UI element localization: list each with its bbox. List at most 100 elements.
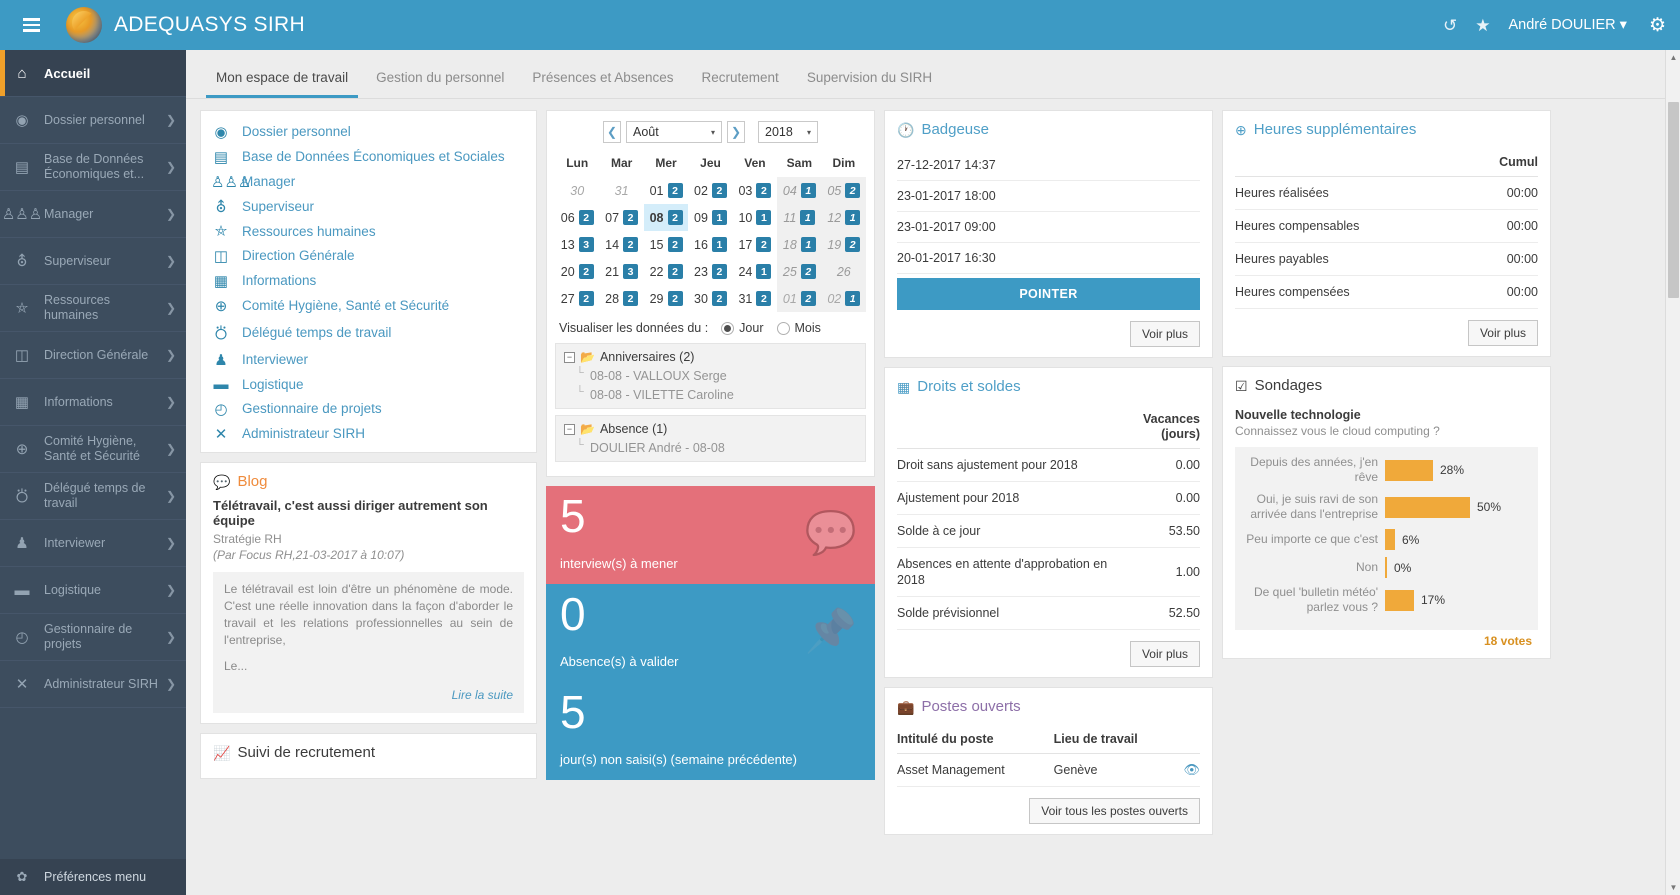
event-group-header[interactable]: − 📂 Absence (1) <box>564 422 857 436</box>
calendar-day-cell[interactable]: 31 <box>599 177 643 204</box>
calendar-day-cell[interactable]: 03 2 <box>733 177 777 204</box>
stat-card[interactable]: 5 interview(s) à mener 💬 <box>546 486 875 584</box>
collapse-icon[interactable]: − <box>564 351 575 363</box>
blog-read-more[interactable]: Lire la suite <box>224 687 513 704</box>
calendar-day-cell[interactable]: 23 2 <box>688 258 732 285</box>
calendar-day-cell[interactable]: 01 2 <box>777 285 822 312</box>
calendar-view-option-jour[interactable]: Jour <box>721 321 764 335</box>
calendar-day-cell[interactable]: 02 1 <box>821 285 866 312</box>
quick-link-dossier-personnel[interactable]: ◉ Dossier personnel <box>211 119 532 144</box>
scroll-down-arrow-icon[interactable]: ▼ <box>1666 880 1680 895</box>
badgeuse-see-more-button[interactable]: Voir plus <box>1129 321 1200 347</box>
history-icon[interactable]: ↺ <box>1443 17 1457 34</box>
tab-recrutement[interactable]: Recrutement <box>688 70 793 98</box>
sidebar-item-gestionnaire-de-projets[interactable]: ◴ Gestionnaire de projets ❯ <box>0 614 186 661</box>
calendar-day-cell[interactable]: 19 2 <box>821 231 866 258</box>
quick-link-d-l-gu-temps-de-travail[interactable]: ⛣ Délégué temps de travail <box>211 318 532 347</box>
calendar-day-cell[interactable]: 28 2 <box>599 285 643 312</box>
page-scrollbar[interactable]: ▲ ▼ <box>1665 50 1680 895</box>
calendar-day-cell[interactable]: 18 1 <box>777 231 822 258</box>
blog-read-more-link[interactable]: Lire la suite <box>452 688 513 702</box>
calendar-day-cell[interactable]: 02 2 <box>688 177 732 204</box>
hamburger-menu-icon[interactable] <box>8 0 54 50</box>
calendar-day-cell[interactable]: 25 2 <box>777 258 822 285</box>
quick-link-direction-g-n-rale[interactable]: ◫ Direction Générale <box>211 243 532 268</box>
favorites-star-icon[interactable]: ★ <box>1475 17 1490 34</box>
calendar-day-cell[interactable]: 13 3 <box>555 231 599 258</box>
calendar-day-cell[interactable]: 31 2 <box>733 285 777 312</box>
calendar-day-cell[interactable]: 30 <box>555 177 599 204</box>
pointer-button[interactable]: POINTER <box>897 278 1200 310</box>
sidebar-item-superviseur[interactable]: ⛢ Superviseur ❯ <box>0 238 186 285</box>
calendar-day-cell[interactable]: 09 1 <box>688 204 732 231</box>
user-menu[interactable]: André DOULIER ▾ <box>1508 17 1627 33</box>
calendar-day-cell[interactable]: 21 3 <box>599 258 643 285</box>
calendar-day-cell[interactable]: 20 2 <box>555 258 599 285</box>
stat-card[interactable]: 5 jour(s) non saisi(s) (semaine précédent… <box>546 682 875 780</box>
tab-gestion-du-personnel[interactable]: Gestion du personnel <box>362 70 518 98</box>
sidebar-item-logistique[interactable]: ▬ Logistique ❯ <box>0 567 186 614</box>
quick-link-superviseur[interactable]: ⛢ Superviseur <box>211 194 532 219</box>
quick-link-administrateur-sirh[interactable]: ✕ Administrateur SIRH <box>211 421 532 446</box>
heures-see-more-button[interactable]: Voir plus <box>1467 320 1538 346</box>
calendar-month-select[interactable]: Août ▾ <box>626 121 722 143</box>
calendar-day-cell[interactable]: 22 2 <box>644 258 688 285</box>
calendar-prev-month-button[interactable]: ❮ <box>603 121 621 143</box>
poste-view-action[interactable]: 👁 <box>1175 753 1200 787</box>
sidebar-item-accueil[interactable]: ⌂ Accueil <box>0 50 186 97</box>
sidebar-item-informations[interactable]: ▦ Informations ❯ <box>0 379 186 426</box>
eye-icon[interactable]: 👁 <box>1183 762 1200 777</box>
sidebar-item-manager[interactable]: ♙♙♙ Manager ❯ <box>0 191 186 238</box>
event-item[interactable]: 08-08 - VILETTE Caroline <box>564 383 857 402</box>
calendar-view-option-mois[interactable]: Mois <box>776 321 821 335</box>
quick-link-comit-hygi-ne-sant-et-s-curit[interactable]: ⊕ Comité Hygiène, Santé et Sécurité <box>211 293 532 318</box>
collapse-icon[interactable]: − <box>564 423 575 435</box>
sidebar-item-dossier-personnel[interactable]: ◉ Dossier personnel ❯ <box>0 97 186 144</box>
sidebar-item-ressources-humaines[interactable]: ⛤ Ressources humaines ❯ <box>0 285 186 332</box>
calendar-day-cell[interactable]: 17 2 <box>733 231 777 258</box>
radio-button[interactable] <box>776 321 790 335</box>
sidebar-item-interviewer[interactable]: ♟ Interviewer ❯ <box>0 520 186 567</box>
sidebar-item-preferences[interactable]: ✿ Préférences menu <box>0 859 186 895</box>
calendar-day-cell[interactable]: 16 1 <box>688 231 732 258</box>
scroll-up-arrow-icon[interactable]: ▲ <box>1666 50 1680 65</box>
calendar-day-cell[interactable]: 30 2 <box>688 285 732 312</box>
see-all-positions-button[interactable]: Voir tous les postes ouverts <box>1029 798 1200 824</box>
calendar-day-cell[interactable]: 06 2 <box>555 204 599 231</box>
sidebar-item-comit-hygi-ne-sant-et-s-curit[interactable]: ⊕ Comité Hygiène, Santé et Sécurité ❯ <box>0 426 186 473</box>
calendar-day-cell[interactable]: 24 1 <box>733 258 777 285</box>
calendar-day-cell[interactable]: 08 2 <box>643 204 689 231</box>
stat-card[interactable]: 0 Absence(s) à valider 📌 <box>546 584 875 682</box>
calendar-year-select[interactable]: 2018 ▾ <box>758 121 818 143</box>
quick-link-manager[interactable]: ♙♙♙ Manager <box>211 169 532 194</box>
calendar-day-cell[interactable]: 05 2 <box>821 177 866 204</box>
calendar-day-cell[interactable]: 07 2 <box>599 204 643 231</box>
quick-link-base-de-donn-es-conomiques-et-sociales[interactable]: ▤ Base de Données Économiques et Sociales <box>211 144 532 169</box>
quick-link-informations[interactable]: ▦ Informations <box>211 268 532 293</box>
quick-link-ressources-humaines[interactable]: ⛤ Ressources humaines <box>211 219 532 243</box>
scrollbar-thumb[interactable] <box>1668 102 1679 298</box>
droits-see-more-button[interactable]: Voir plus <box>1129 641 1200 667</box>
sidebar-item-base-de-donn-es-conomiques-et[interactable]: ▤ Base de Données Économiques et... ❯ <box>0 144 186 191</box>
calendar-day-cell[interactable]: 10 1 <box>733 204 777 231</box>
event-group-header[interactable]: − 📂 Anniversaires (2) <box>564 350 857 364</box>
quick-link-interviewer[interactable]: ♟ Interviewer <box>211 347 532 372</box>
tab-mon-espace-de-travail[interactable]: Mon espace de travail <box>202 70 362 98</box>
calendar-day-cell[interactable]: 01 2 <box>644 177 688 204</box>
sidebar-item-administrateur-sirh[interactable]: ✕ Administrateur SIRH ❯ <box>0 661 186 708</box>
calendar-day-cell[interactable]: 04 1 <box>777 177 822 204</box>
calendar-day-cell[interactable]: 14 2 <box>599 231 643 258</box>
calendar-day-cell[interactable]: 11 1 <box>777 204 822 231</box>
settings-gear-icon[interactable]: ⚙ <box>1649 14 1666 37</box>
tab-pr-sences-et-absences[interactable]: Présences et Absences <box>518 70 687 98</box>
calendar-day-cell[interactable]: 12 1 <box>821 204 866 231</box>
calendar-day-cell[interactable]: 15 2 <box>644 231 688 258</box>
quick-link-logistique[interactable]: ▬ Logistique <box>211 372 532 396</box>
calendar-day-cell[interactable]: 29 2 <box>644 285 688 312</box>
calendar-day-cell[interactable]: 26 <box>821 258 866 285</box>
event-item[interactable]: 08-08 - VALLOUX Serge <box>564 364 857 383</box>
event-item[interactable]: DOULIER André - 08-08 <box>564 436 857 455</box>
tab-supervision-du-sirh[interactable]: Supervision du SIRH <box>793 70 946 98</box>
radio-button[interactable] <box>721 321 735 335</box>
calendar-next-month-button[interactable]: ❯ <box>727 121 745 143</box>
